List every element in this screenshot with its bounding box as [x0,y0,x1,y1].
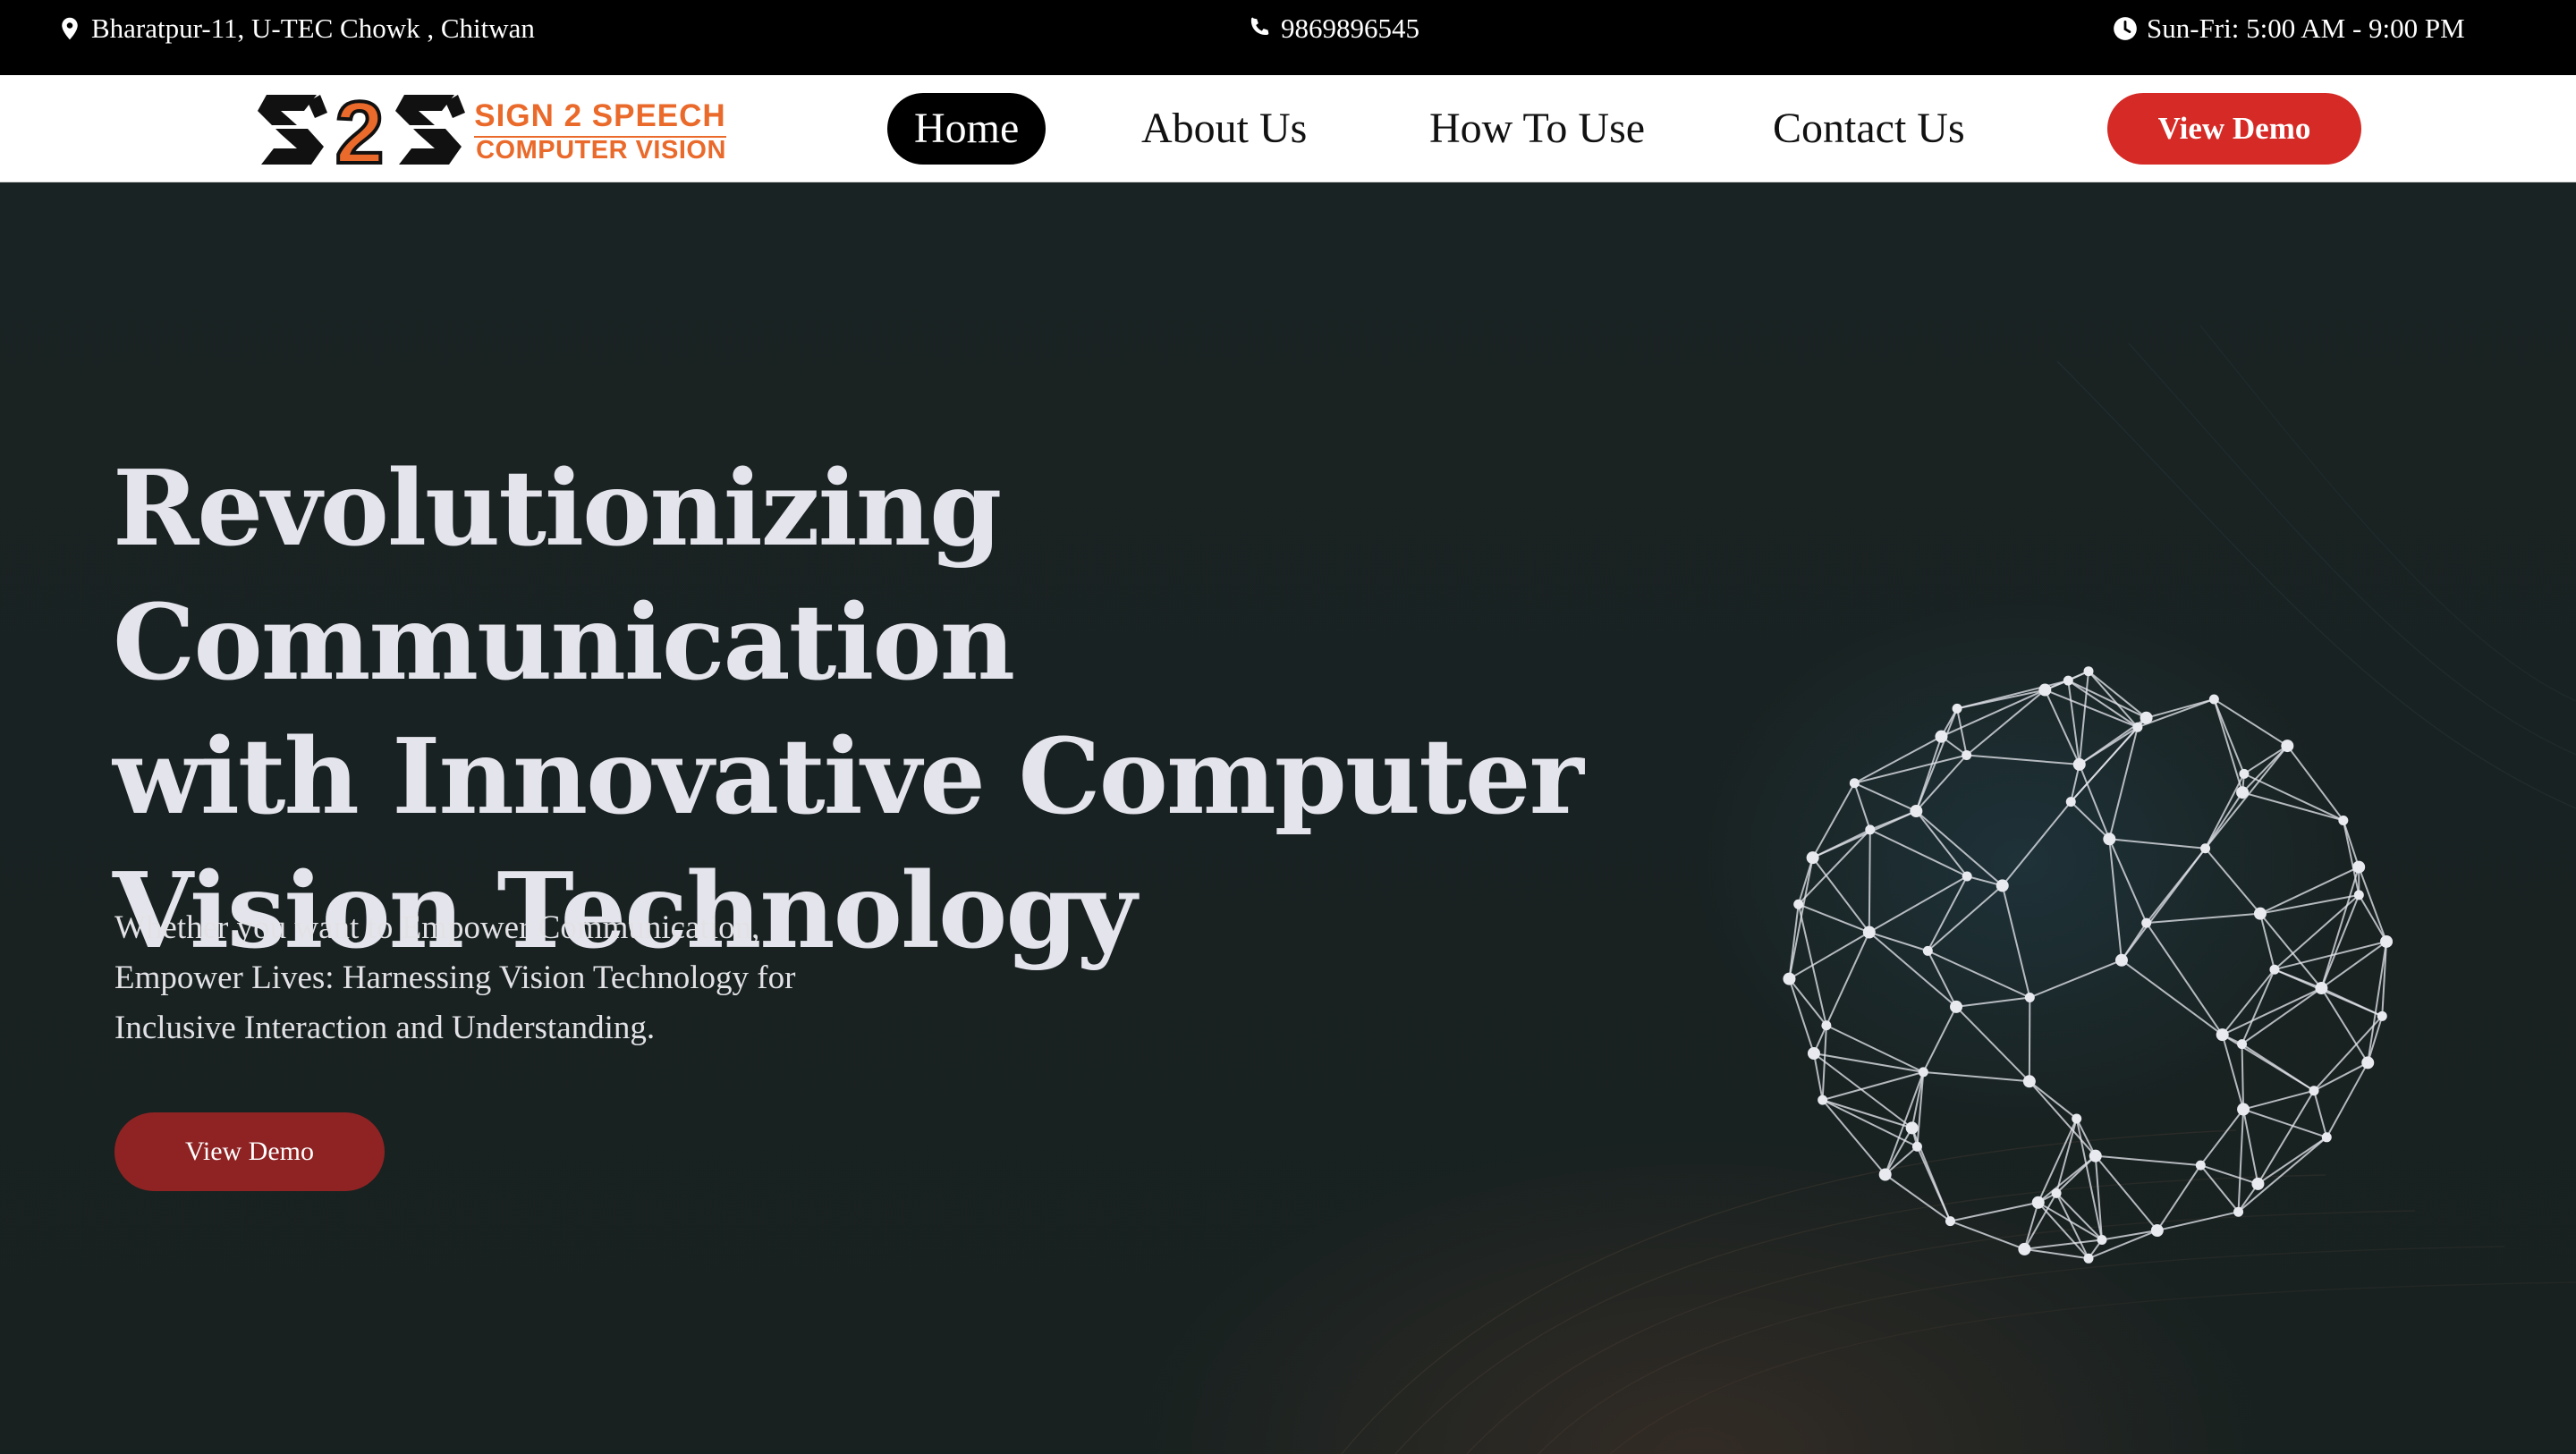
phone-number[interactable]: 9869896545 [1281,13,1419,45]
address-text: Bharatpur-11, U-TEC Chowk , Chitwan [91,13,535,44]
address-item: Bharatpur-11, U-TEC Chowk , Chitwan [57,0,535,57]
site-logo[interactable]: 2 SIGN 2 SPEECH COMPUTER VISION [254,91,755,168]
view-demo-nav-button[interactable]: View Demo [2107,93,2361,165]
phone-item[interactable]: 9869896545 [1247,0,1419,57]
nav-item-how-to-use[interactable]: How To Use [1429,93,1645,165]
hours-item: Sun-Fri: 5:00 AM - 9:00 PM [2113,0,2465,57]
main-navbar: 2 SIGN 2 SPEECH COMPUTER VISION Home Abo… [0,75,2576,182]
s2s-logo-mark-icon: 2 [258,91,465,168]
top-info-bar: Bharatpur-11, U-TEC Chowk , Chitwan 9869… [0,0,2576,75]
view-demo-hero-button[interactable]: View Demo [114,1112,385,1191]
svg-text:2: 2 [335,91,385,168]
hero-section: Revolutionizing Communication with Innov… [0,182,2576,1454]
hero-subtitle-line-1: Whether you want to Empower Communicatio… [114,909,760,946]
brand-line-1: SIGN 2 SPEECH [474,98,726,138]
hero-subtitle-line-2: Empower Lives: Harnessing Vision Technol… [114,959,796,996]
nav-item-contact-us[interactable]: Contact Us [1773,93,1965,165]
hero-title: Revolutionizing Communication with Innov… [113,442,1902,978]
hero-subtitle: Whether you want to Empower Communicatio… [114,903,884,1053]
map-pin-icon [62,17,78,40]
hero-title-line-1: Revolutionizing Communication [113,448,1015,704]
network-sphere-graphic [1783,666,2394,1264]
hero-subtitle-line-3: Inclusive Interaction and Understanding. [114,1010,656,1046]
hero-title-line-2: with Innovative Computer [113,716,1584,838]
phone-icon [1250,17,1269,36]
hours-text: Sun-Fri: 5:00 AM - 9:00 PM [2147,13,2465,44]
clock-icon [2114,17,2137,40]
brand-line-2: COMPUTER VISION [476,136,726,165]
nav-item-about-us[interactable]: About Us [1141,93,1307,165]
nav-item-home[interactable]: Home [887,93,1046,165]
